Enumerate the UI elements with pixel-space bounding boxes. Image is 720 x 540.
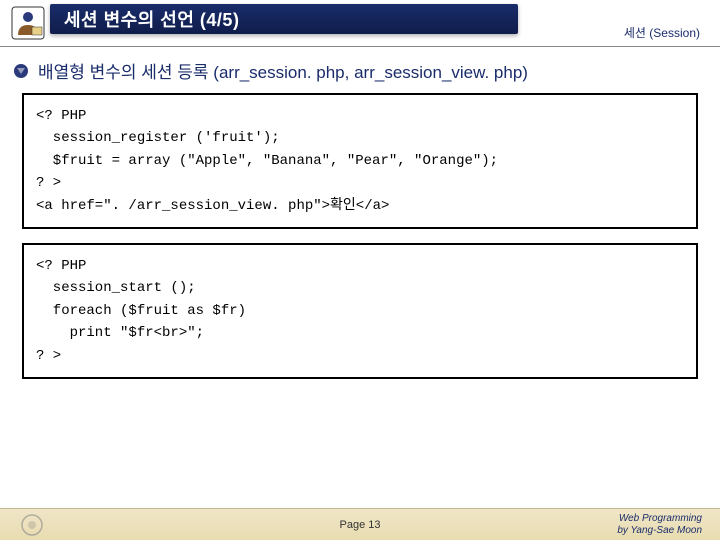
code-line: session_start (); [36, 277, 684, 299]
footer-logo-icon [18, 511, 46, 539]
code-line: ? > [36, 345, 684, 367]
page-number: Page 13 [340, 519, 381, 531]
code-block-1: <? PHP session_register ('fruit'); $frui… [22, 93, 698, 229]
footer-credit: Web Programming by Yang-Sae Moon [617, 513, 702, 537]
code-line: ? > [36, 172, 684, 194]
section-heading: 배열형 변수의 세션 등록 (arr_session. php, arr_ses… [12, 58, 698, 83]
section-heading-text: 배열형 변수의 세션 등록 (arr_session. php, arr_ses… [38, 58, 528, 83]
code-line: foreach ($fruit as $fr) [36, 300, 684, 322]
title-bar: 세션 변수의 선언 (4/5) [50, 4, 518, 34]
code-line: print "$fr<br>"; [36, 322, 684, 344]
header-person-icon [6, 1, 50, 45]
code-line: <a href=". /arr_session_view. php">확인</a… [36, 195, 684, 217]
slide-header: 세션 변수의 선언 (4/5) 세션 (Session) [0, 0, 720, 46]
slide-title: 세션 변수의 선언 (4/5) [64, 6, 239, 32]
code-line: session_register ('fruit'); [36, 127, 684, 149]
code-block-2: <? PHP session_start (); foreach ($fruit… [22, 243, 698, 379]
code-line: <? PHP [36, 255, 684, 277]
code-line: <? PHP [36, 105, 684, 127]
footer-credit-line1: Web Programming [617, 513, 702, 525]
header-divider [0, 46, 720, 47]
code-line: $fruit = array ("Apple", "Banana", "Pear… [36, 150, 684, 172]
header-topic-label: 세션 (Session) [624, 24, 700, 41]
bullet-icon [12, 62, 30, 80]
footer-credit-line2: by Yang-Sae Moon [617, 525, 702, 537]
slide-content: 배열형 변수의 세션 등록 (arr_session. php, arr_ses… [0, 46, 720, 379]
slide-footer: Page 13 Web Programming by Yang-Sae Moon [0, 508, 720, 540]
